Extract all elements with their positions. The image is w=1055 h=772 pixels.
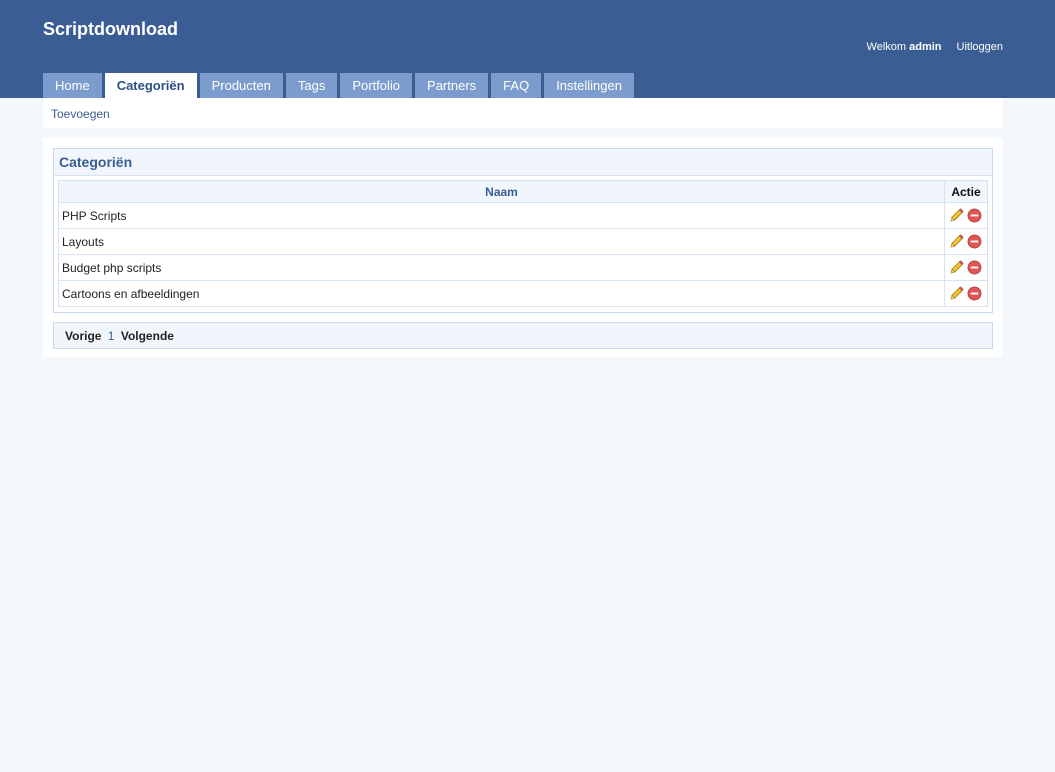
site-title: Scriptdownload: [43, 19, 178, 39]
add-category-link[interactable]: Toevoegen: [51, 107, 110, 121]
tab-partners[interactable]: Partners: [415, 73, 489, 98]
delete-icon[interactable]: [967, 208, 982, 223]
welcome-text: Welkom: [866, 41, 907, 53]
pencil-icon[interactable]: [949, 260, 964, 275]
categories-table: Naam Actie PHP Scripts Layouts Budget ph…: [58, 180, 988, 307]
panel-title: Categoriën: [54, 149, 992, 176]
categories-panel: Categoriën Naam Actie PHP Scripts Layout…: [53, 148, 993, 313]
row-actions: [944, 280, 988, 307]
column-header-action: Actie: [944, 180, 988, 203]
tab-tags[interactable]: Tags: [285, 73, 338, 98]
category-name: Layouts: [58, 228, 945, 255]
table-row: PHP Scripts: [58, 202, 988, 229]
pagination: Vorige 1 Volgende: [53, 322, 993, 349]
main-nav: Home Categoriën Producten Tags Portfolio…: [43, 73, 634, 98]
category-name: PHP Scripts: [58, 202, 945, 229]
delete-icon[interactable]: [967, 286, 982, 301]
pencil-icon[interactable]: [949, 234, 964, 249]
pencil-icon[interactable]: [949, 208, 964, 223]
column-header-name[interactable]: Naam: [58, 180, 945, 203]
table-row: Budget php scripts: [58, 254, 988, 281]
pencil-icon[interactable]: [949, 286, 964, 301]
tab-home[interactable]: Home: [43, 73, 102, 98]
panel-body: Naam Actie PHP Scripts Layouts Budget ph…: [54, 176, 992, 312]
table-row: Cartoons en afbeeldingen: [58, 280, 988, 307]
tab-instellingen[interactable]: Instellingen: [544, 73, 634, 98]
tab-faq[interactable]: FAQ: [491, 73, 542, 98]
page-number-link[interactable]: 1: [108, 329, 115, 343]
username: admin: [909, 41, 942, 53]
row-actions: [944, 254, 988, 281]
content-area: Categoriën Naam Actie PHP Scripts Layout…: [43, 138, 1003, 357]
row-actions: [944, 202, 988, 229]
category-name: Cartoons en afbeeldingen: [58, 280, 945, 307]
table-header-row: Naam Actie: [58, 180, 988, 203]
delete-icon[interactable]: [967, 234, 982, 249]
header-bar: Scriptdownload Welkom admin Uitloggen Ho…: [0, 0, 1055, 98]
tab-producten[interactable]: Producten: [199, 73, 283, 98]
user-area: Welkom admin Uitloggen: [867, 41, 1003, 53]
category-name: Budget php scripts: [58, 254, 945, 281]
tab-categorieen[interactable]: Categoriën: [104, 73, 197, 98]
tab-portfolio[interactable]: Portfolio: [340, 73, 413, 98]
sub-nav: Toevoegen: [43, 98, 1003, 128]
row-actions: [944, 228, 988, 255]
delete-icon[interactable]: [967, 260, 982, 275]
table-row: Layouts: [58, 228, 988, 255]
welcome-message: Welkom admin: [867, 41, 942, 53]
logout-link[interactable]: Uitloggen: [957, 41, 1003, 53]
next-page-label: Volgende: [120, 329, 174, 343]
prev-page-label: Vorige: [65, 329, 102, 343]
